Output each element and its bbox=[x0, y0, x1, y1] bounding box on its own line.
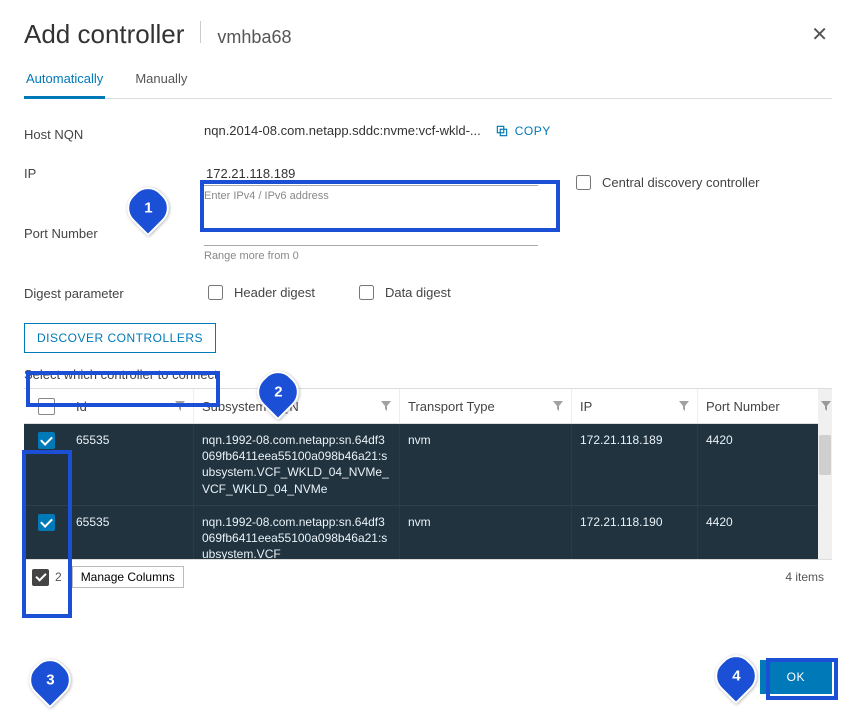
discover-controllers-button[interactable]: DISCOVER CONTROLLERS bbox=[24, 323, 216, 353]
host-nqn-value: nqn.2014-08.com.netapp.sddc:nvme:vcf-wkl… bbox=[204, 123, 481, 138]
copy-button[interactable]: COPY bbox=[495, 124, 551, 138]
data-digest-label: Data digest bbox=[385, 285, 451, 300]
annotation-callout-3: 3 bbox=[22, 652, 79, 709]
central-discovery-label: Central discovery controller bbox=[602, 175, 760, 190]
scrollbar-thumb[interactable] bbox=[819, 435, 831, 475]
footer-checkbox[interactable] bbox=[32, 569, 49, 586]
label-ip: IP bbox=[24, 162, 204, 181]
filter-icon[interactable] bbox=[381, 401, 391, 411]
cell-id: 65535 bbox=[68, 424, 194, 505]
select-all-checkbox[interactable] bbox=[38, 398, 55, 415]
dialog-header: Add controller vmhba68 ✕ bbox=[24, 18, 832, 51]
central-discovery-checkbox[interactable]: Central discovery controller bbox=[572, 172, 760, 193]
table-row[interactable]: 65535 nqn.1992-08.com.netapp:sn.64df3069… bbox=[24, 506, 832, 560]
tab-automatically[interactable]: Automatically bbox=[24, 63, 105, 99]
filter-icon[interactable] bbox=[175, 401, 185, 411]
select-controller-text: Select which controller to connect bbox=[24, 367, 832, 382]
cell-transport: nvm bbox=[400, 424, 572, 505]
header-digest-input[interactable] bbox=[208, 285, 223, 300]
dialog-subtitle: vmhba68 bbox=[217, 27, 291, 48]
row-digest: Digest parameter Header digest Data dige… bbox=[24, 272, 832, 313]
cell-port: 4420 bbox=[698, 424, 832, 505]
col-id[interactable]: Id bbox=[68, 389, 194, 423]
cell-nqn: nqn.1992-08.com.netapp:sn.64df3069fb6411… bbox=[194, 424, 400, 505]
cell-port: 4420 bbox=[698, 506, 832, 560]
port-hint: Range more from 0 bbox=[204, 250, 538, 262]
tab-manually[interactable]: Manually bbox=[133, 63, 189, 98]
items-count: 4 items bbox=[785, 570, 824, 584]
label-digest: Digest parameter bbox=[24, 282, 204, 301]
ip-hint: Enter IPv4 / IPv6 address bbox=[204, 190, 538, 202]
col-ip[interactable]: IP bbox=[572, 389, 698, 423]
col-transport-type[interactable]: Transport Type bbox=[400, 389, 572, 423]
dialog-title: Add controller bbox=[24, 19, 184, 50]
port-input[interactable] bbox=[204, 222, 538, 246]
ok-button[interactable]: OK bbox=[760, 660, 832, 694]
annotation-callout-4: 4 bbox=[708, 648, 765, 705]
grid-header: Id Subsystem NQN Transport Type IP Port … bbox=[24, 389, 832, 424]
cell-transport: nvm bbox=[400, 506, 572, 560]
label-port: Port Number bbox=[24, 222, 204, 241]
close-icon[interactable]: ✕ bbox=[807, 18, 832, 51]
row-checkbox[interactable] bbox=[38, 514, 55, 531]
ip-input[interactable] bbox=[204, 162, 538, 186]
central-discovery-input[interactable] bbox=[576, 175, 591, 190]
grid-scrollbar[interactable] bbox=[818, 389, 832, 559]
data-digest-checkbox[interactable]: Data digest bbox=[355, 282, 451, 303]
cell-ip: 172.21.118.189 bbox=[572, 424, 698, 505]
filter-icon[interactable] bbox=[553, 401, 563, 411]
cell-id: 65535 bbox=[68, 506, 194, 560]
manage-columns-button[interactable]: Manage Columns bbox=[72, 566, 184, 588]
table-row[interactable]: 65535 nqn.1992-08.com.netapp:sn.64df3069… bbox=[24, 424, 832, 506]
grid-body: 65535 nqn.1992-08.com.netapp:sn.64df3069… bbox=[24, 424, 832, 560]
row-host-nqn: Host NQN nqn.2014-08.com.netapp.sddc:nvm… bbox=[24, 113, 832, 152]
row-checkbox[interactable] bbox=[38, 432, 55, 449]
cell-ip: 172.21.118.190 bbox=[572, 506, 698, 560]
header-digest-label: Header digest bbox=[234, 285, 315, 300]
filter-icon[interactable] bbox=[679, 401, 689, 411]
form-area: Host NQN nqn.2014-08.com.netapp.sddc:nvm… bbox=[24, 113, 832, 594]
col-port-number[interactable]: Port Number bbox=[698, 389, 832, 423]
filter-icon[interactable] bbox=[821, 401, 831, 411]
label-host-nqn: Host NQN bbox=[24, 123, 204, 142]
copy-label: COPY bbox=[515, 124, 551, 138]
title-divider bbox=[200, 21, 201, 43]
data-digest-input[interactable] bbox=[359, 285, 374, 300]
controllers-grid: Id Subsystem NQN Transport Type IP Port … bbox=[24, 388, 832, 560]
grid-footer: 2 Manage Columns 4 items bbox=[24, 560, 832, 594]
header-digest-checkbox[interactable]: Header digest bbox=[204, 282, 315, 303]
selected-count: 2 bbox=[55, 570, 62, 584]
add-controller-dialog: Add controller vmhba68 ✕ Automatically M… bbox=[0, 0, 856, 722]
tab-bar: Automatically Manually bbox=[24, 63, 832, 99]
copy-icon bbox=[495, 124, 509, 138]
cell-nqn: nqn.1992-08.com.netapp:sn.64df3069fb6411… bbox=[194, 506, 400, 560]
